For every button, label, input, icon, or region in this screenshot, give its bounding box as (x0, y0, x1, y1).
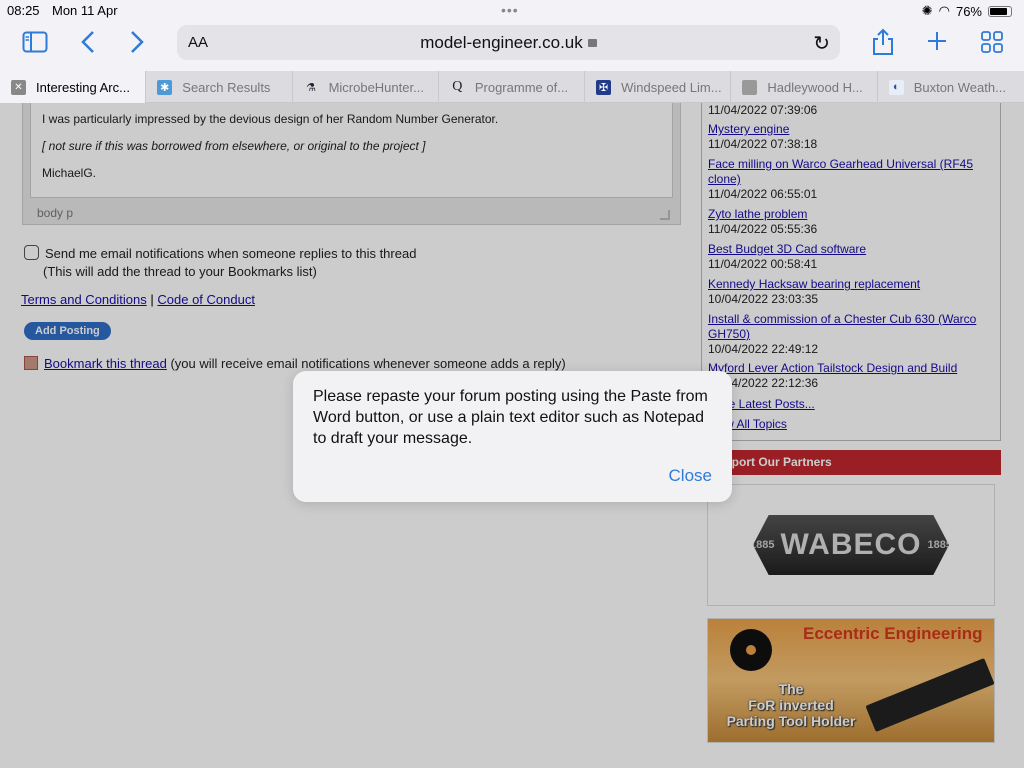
tab-label: Hadleywood H... (767, 79, 863, 95)
tab-search-results[interactable]: ✱ Search Results (146, 71, 293, 103)
tab-label: Search Results (182, 79, 271, 95)
shield-icon: ✠ (596, 79, 612, 95)
tab-hadleywood[interactable]: Hadleywood H... (731, 71, 878, 103)
tab-buxton-weather[interactable]: ◐ Buxton Weath... (878, 71, 1024, 103)
tab-label: Windspeed Lim... (621, 79, 722, 95)
clock: 08:25 (7, 3, 40, 18)
lock-icon (587, 39, 597, 47)
address-bar[interactable]: AA model-engineer.co.uk ↻ (177, 25, 840, 60)
tab-programme[interactable]: Q Programme of... (439, 71, 586, 103)
back-icon[interactable] (81, 30, 95, 59)
battery-level (990, 7, 1007, 15)
tab-label: Interesting Arc... (36, 79, 130, 95)
browser-toolbar: AA model-engineer.co.uk ↻ (0, 22, 1024, 70)
close-button[interactable]: Close (669, 466, 712, 486)
close-icon[interactable]: ✕ (11, 79, 26, 95)
image-icon (742, 79, 758, 95)
puzzle-icon: ✱ (157, 79, 173, 95)
alert-message: Please repaste your forum posting using … (313, 388, 708, 447)
tab-microbehunter[interactable]: ⚗ MicrobeHunter... (293, 71, 439, 103)
forward-icon[interactable] (130, 30, 144, 59)
wifi-icon: ◠ (938, 3, 950, 18)
tab-label: Programme of... (474, 79, 569, 95)
microscope-icon: ⚗ (306, 81, 316, 94)
weather-icon: ◐ (888, 79, 904, 95)
multitasking-dots-icon[interactable]: ••• (501, 2, 519, 18)
sidebar-icon[interactable] (22, 31, 48, 58)
date: Mon 11 Apr (52, 3, 118, 18)
orientation-lock-icon: ✺ (921, 3, 933, 18)
q-icon: Q (452, 79, 463, 94)
tab-windspeed[interactable]: ✠ Windspeed Lim... (585, 71, 732, 103)
reload-icon[interactable]: ↻ (813, 31, 830, 56)
tab-label: Buxton Weath... (913, 79, 1006, 95)
url-text[interactable]: model-engineer.co.uk (177, 33, 840, 53)
status-icons: ✺ ◠ 76% (922, 3, 1012, 19)
share-icon[interactable] (872, 28, 894, 61)
tab-overview-icon[interactable] (981, 31, 1003, 58)
new-tab-icon[interactable] (927, 31, 947, 56)
tab-interesting[interactable]: ✕ Interesting Arc... (0, 71, 147, 103)
battery-percent: 76% (955, 3, 982, 19)
alert-dialog: Please repaste your forum posting using … (293, 371, 732, 502)
status-bar: 08:25 Mon 11 Apr ••• ✺ ◠ 76% (0, 0, 1024, 22)
tab-bar: ✕ Interesting Arc... ✱ Search Results ⚗ … (0, 71, 1024, 103)
battery-icon (988, 5, 1012, 17)
tab-label: MicrobeHunter... (328, 79, 424, 95)
url-value: model-engineer.co.uk (420, 33, 583, 52)
